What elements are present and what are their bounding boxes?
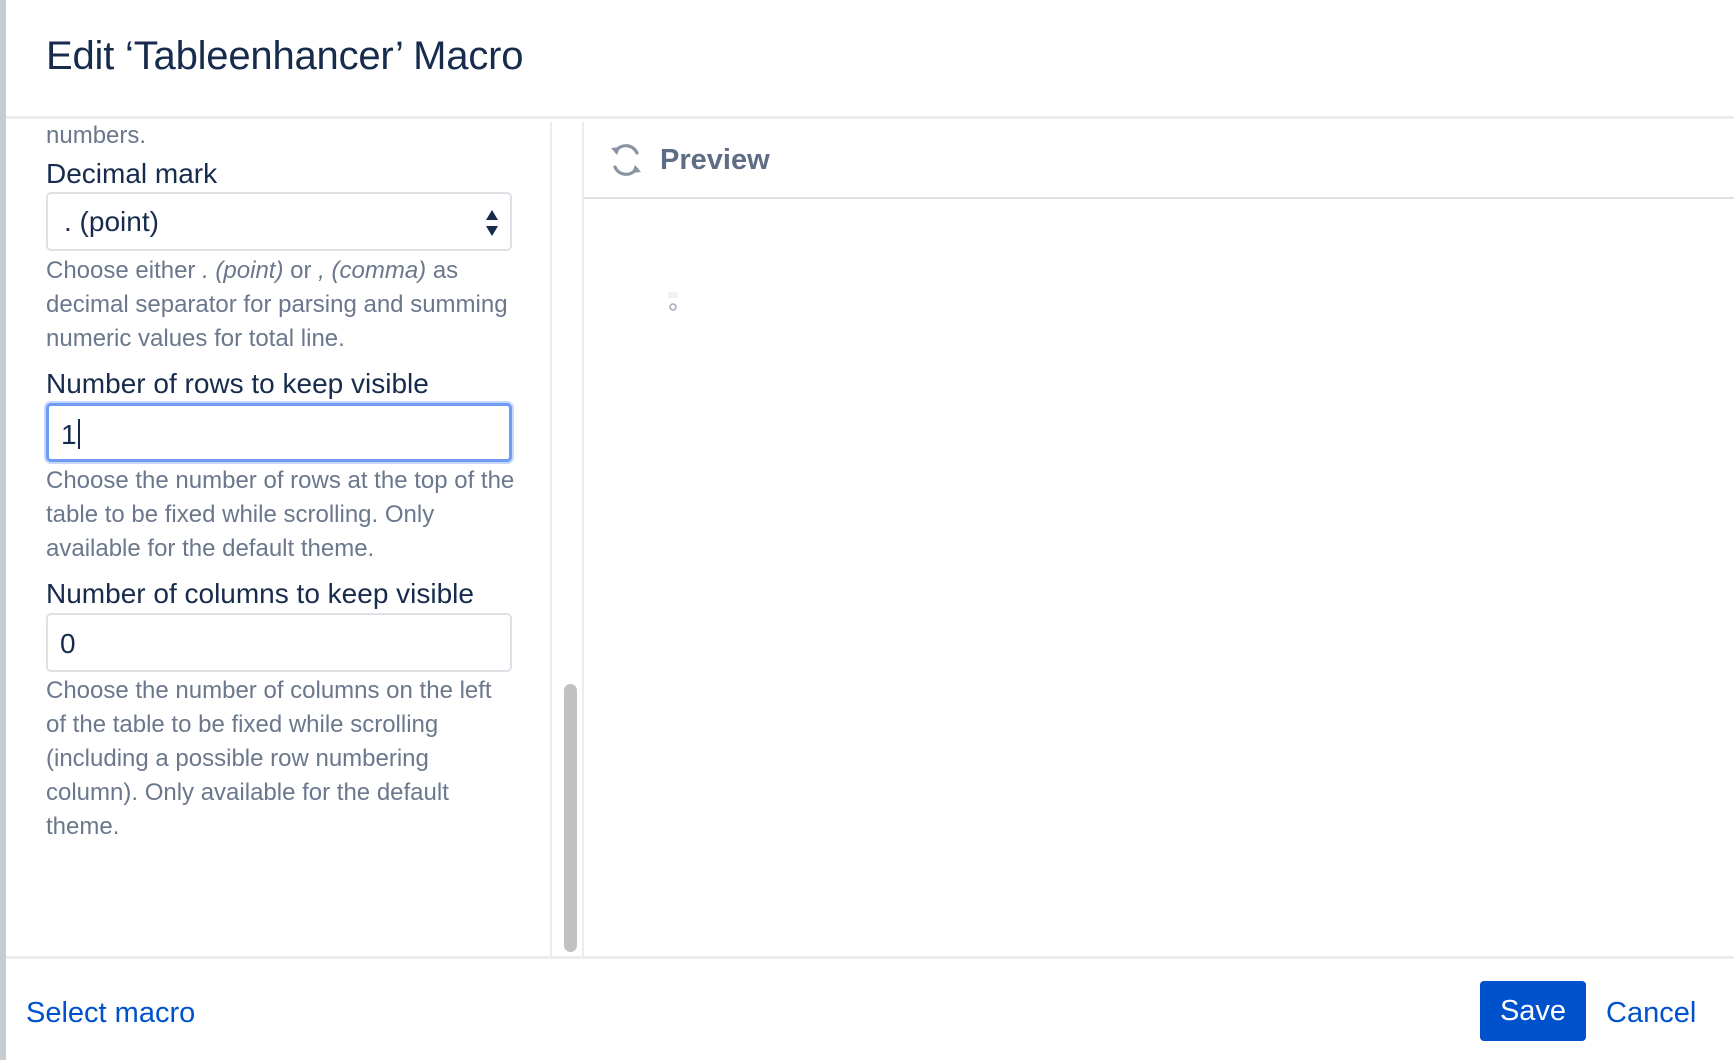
previous-field-help-text: numbers. [46,122,147,149]
preview-title: Preview [660,144,770,176]
preview-header: Preview [584,122,1734,199]
decimal-mark-help-or: or [283,257,319,284]
columns-visible-label: Number of columns to keep visible [46,578,474,609]
select-arrows-icon [486,210,498,236]
settings-scrollbar[interactable] [560,122,580,956]
decimal-mark-help-prefix: Choose either [46,257,203,284]
decimal-mark-select[interactable]: . (point) [46,192,512,251]
columns-visible-help: Choose the number of columns on the left… [46,677,492,840]
scrollbar-thumb[interactable] [564,684,577,952]
preview-pane: Preview [584,122,1734,956]
loading-spinner-icon [668,292,678,311]
rows-visible-input[interactable]: 1 [46,403,512,462]
refresh-icon[interactable] [608,142,644,178]
columns-visible-input[interactable]: 0 [46,613,512,672]
macro-settings-pane: numbers. Decimal mark . (point) Choose e… [6,122,552,956]
cancel-button[interactable]: Cancel [1606,997,1696,1030]
dialog-title: Edit ‘Tableenhancer’ Macro [46,34,524,78]
dialog-footer: Select macro Save Cancel [6,956,1734,1060]
macro-edit-dialog: Edit ‘Tableenhancer’ Macro numbers. Deci… [6,0,1734,1060]
decimal-mark-label: Decimal mark [46,158,218,189]
rows-visible-label: Number of rows to keep visible [46,368,429,399]
decimal-mark-help-point: . (point) [202,257,284,284]
columns-visible-value: 0 [60,628,76,659]
rows-visible-value: 1 [61,419,80,451]
save-button[interactable]: Save [1480,981,1586,1041]
decimal-mark-help-comma: , (comma) [318,257,427,284]
decimal-mark-help: Choose either . (point) or , (comma) as … [46,254,516,356]
decimal-mark-selected-value: . (point) [64,206,159,237]
rows-visible-value-text: 1 [61,419,77,450]
dialog-header: Edit ‘Tableenhancer’ Macro [6,0,1734,119]
text-caret [77,419,80,449]
select-macro-link[interactable]: Select macro [26,997,195,1030]
rows-visible-help: Choose the number of rows at the top of … [46,467,515,562]
